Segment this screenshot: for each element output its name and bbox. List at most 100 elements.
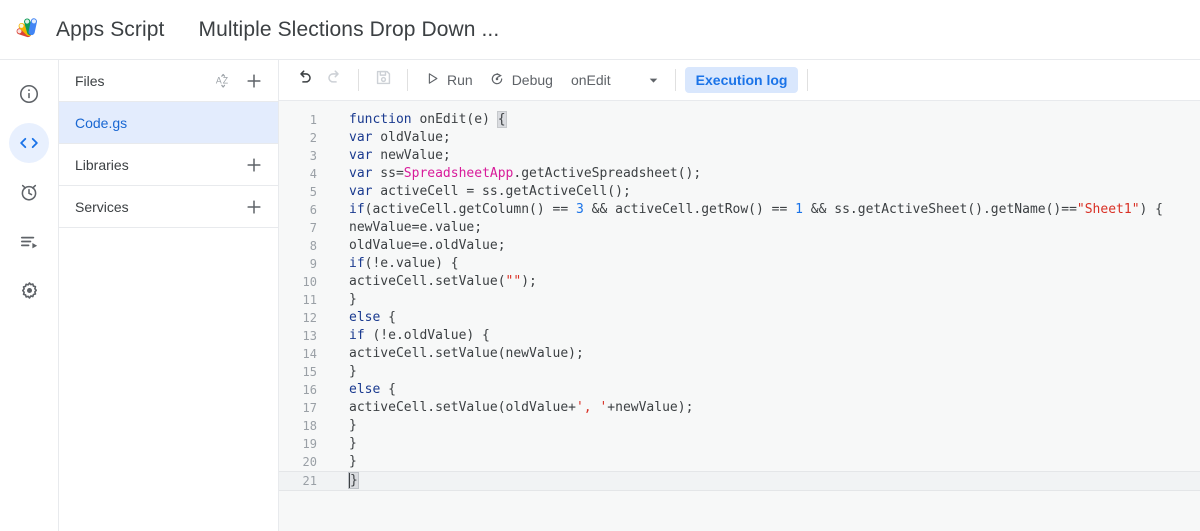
- executions-list-icon: [18, 230, 41, 253]
- code-line-text: var ss=SpreadsheetApp.getActiveSpreadshe…: [349, 166, 702, 181]
- function-select-value: onEdit: [570, 72, 611, 88]
- code-editor[interactable]: 1 function onEdit(e) { 2 var oldValue; 3 var …: [279, 101, 1200, 531]
- line-number: 21: [302, 474, 317, 488]
- rail-item-editor[interactable]: [9, 123, 49, 163]
- code-line-15[interactable]: 15}: [279, 363, 1200, 381]
- play-triangle-icon: [425, 71, 440, 89]
- code-line-text: }: [349, 436, 357, 451]
- code-line-text: if (!e.oldValue) {: [349, 328, 490, 343]
- execution-log-label: Execution log: [695, 72, 788, 88]
- run-button[interactable]: Run: [417, 65, 481, 95]
- code-line-text: }: [349, 292, 357, 307]
- code-line-text: if(!e.value) {: [349, 256, 459, 271]
- code-line-16[interactable]: 16 else {: [279, 381, 1200, 399]
- code-line-text: newValue=e.value;: [349, 220, 483, 235]
- code-line-8[interactable]: 8 oldValue=e.oldValue;: [279, 237, 1200, 255]
- code-line-9[interactable]: 9 if(!e.value) {: [279, 255, 1200, 273]
- add-library-button[interactable]: [244, 155, 264, 175]
- code-line-21[interactable]: 21}: [279, 471, 1200, 491]
- line-number: 14: [302, 347, 317, 361]
- rail-item-triggers[interactable]: [9, 172, 49, 212]
- files-section-header: Files A Z: [59, 60, 278, 102]
- debug-label: Debug: [511, 72, 553, 88]
- code-line-text: var newValue;: [349, 148, 451, 163]
- editor-column: Run Debug onEdit Execution log 1 functio…: [279, 60, 1200, 531]
- code-line-2[interactable]: 2 var oldValue;: [279, 129, 1200, 147]
- code-line-text: }: [349, 418, 357, 433]
- libraries-section-label: Libraries: [75, 156, 129, 173]
- line-number: 4: [309, 167, 317, 181]
- code-line-18[interactable]: 18}: [279, 417, 1200, 435]
- code-line-10[interactable]: 10 activeCell.setValue("");: [279, 273, 1200, 291]
- code-line-19[interactable]: 19}: [279, 435, 1200, 453]
- line-number: 6: [309, 203, 317, 217]
- code-line-7[interactable]: 7 newValue=e.value;: [279, 219, 1200, 237]
- code-line-6[interactable]: 6 if(activeCell.getColumn() == 3 && activ…: [279, 201, 1200, 219]
- rail-item-overview[interactable]: [9, 74, 49, 114]
- save-button[interactable]: [368, 65, 398, 95]
- sort-az-icon[interactable]: A Z: [214, 71, 234, 91]
- icon-rail: [0, 60, 59, 531]
- code-line-12[interactable]: 12 else {: [279, 309, 1200, 327]
- toolbar-divider-1: [358, 69, 359, 91]
- brand-name: Apps Script: [56, 17, 165, 41]
- line-number: 5: [309, 185, 317, 199]
- file-item-label: Code.gs: [75, 114, 128, 131]
- code-line-17[interactable]: 17 activeCell.setValue(oldValue+', '+newV…: [279, 399, 1200, 417]
- code-line-text: else {: [349, 310, 396, 325]
- code-line-4[interactable]: 4 var ss=SpreadsheetApp.getActiveSpreadsh…: [279, 165, 1200, 183]
- code-line-text: var oldValue;: [349, 130, 451, 145]
- code-line-text: }: [349, 364, 357, 379]
- line-number: 17: [302, 401, 317, 415]
- files-section-label: Files: [75, 72, 105, 89]
- line-number: 15: [302, 365, 317, 379]
- code-line-1[interactable]: 1 function onEdit(e) {: [279, 111, 1200, 129]
- svg-text:Z: Z: [223, 75, 229, 85]
- add-service-button[interactable]: [244, 197, 264, 217]
- undo-icon: [295, 68, 314, 92]
- line-number: 8: [309, 239, 317, 253]
- project-title[interactable]: Multiple Slections Drop Down ...: [198, 18, 499, 42]
- file-item-code-gs[interactable]: Code.gs: [59, 102, 278, 144]
- debug-button[interactable]: Debug: [481, 65, 561, 95]
- code-line-14[interactable]: 14 activeCell.setValue(newValue);: [279, 345, 1200, 363]
- libraries-section-header[interactable]: Libraries: [59, 144, 278, 186]
- rail-item-executions[interactable]: [9, 221, 49, 261]
- redo-icon: [325, 68, 344, 92]
- line-number: 2: [309, 131, 317, 145]
- code-line-text: }: [349, 454, 357, 469]
- code-line-text: activeCell.setValue(oldValue+', '+newVal…: [349, 400, 694, 415]
- code-line-text: }: [348, 472, 359, 489]
- save-floppy-icon: [374, 68, 393, 92]
- services-section-label: Services: [75, 198, 129, 215]
- code-line-text: if(activeCell.getColumn() == 3 && active…: [349, 202, 1164, 217]
- line-number: 9: [309, 257, 317, 271]
- line-number: 12: [302, 311, 317, 325]
- line-number: 18: [302, 419, 317, 433]
- apps-script-logo-icon: [14, 13, 48, 47]
- line-number: 19: [302, 437, 317, 451]
- undo-button[interactable]: [289, 65, 319, 95]
- line-number: 20: [302, 455, 317, 469]
- debug-icon: [489, 71, 505, 90]
- code-line-text: activeCell.setValue(newValue);: [349, 346, 584, 361]
- line-number: 7: [309, 221, 317, 235]
- info-circle-icon: [18, 83, 40, 105]
- gear-icon: [18, 279, 41, 302]
- code-line-text: var activeCell = ss.getActiveCell();: [349, 184, 631, 199]
- code-line-20[interactable]: 20}: [279, 453, 1200, 471]
- chevron-down-icon[interactable]: [647, 74, 660, 87]
- code-line-3[interactable]: 3 var newValue;: [279, 147, 1200, 165]
- editor-toolbar: Run Debug onEdit Execution log: [279, 60, 1200, 101]
- execution-log-button[interactable]: Execution log: [684, 67, 799, 93]
- code-line-5[interactable]: 5 var activeCell = ss.getActiveCell();: [279, 183, 1200, 201]
- redo-button[interactable]: [319, 65, 349, 95]
- files-panel: Files A Z Code.gs Libraries Services: [59, 60, 279, 531]
- function-select[interactable]: onEdit: [561, 65, 666, 95]
- services-section-header[interactable]: Services: [59, 186, 278, 228]
- code-line-text: oldValue=e.oldValue;: [349, 238, 506, 253]
- code-line-11[interactable]: 11}: [279, 291, 1200, 309]
- rail-item-project-settings[interactable]: [9, 270, 49, 310]
- add-file-button[interactable]: [244, 71, 264, 91]
- code-line-13[interactable]: 13 if (!e.oldValue) {: [279, 327, 1200, 345]
